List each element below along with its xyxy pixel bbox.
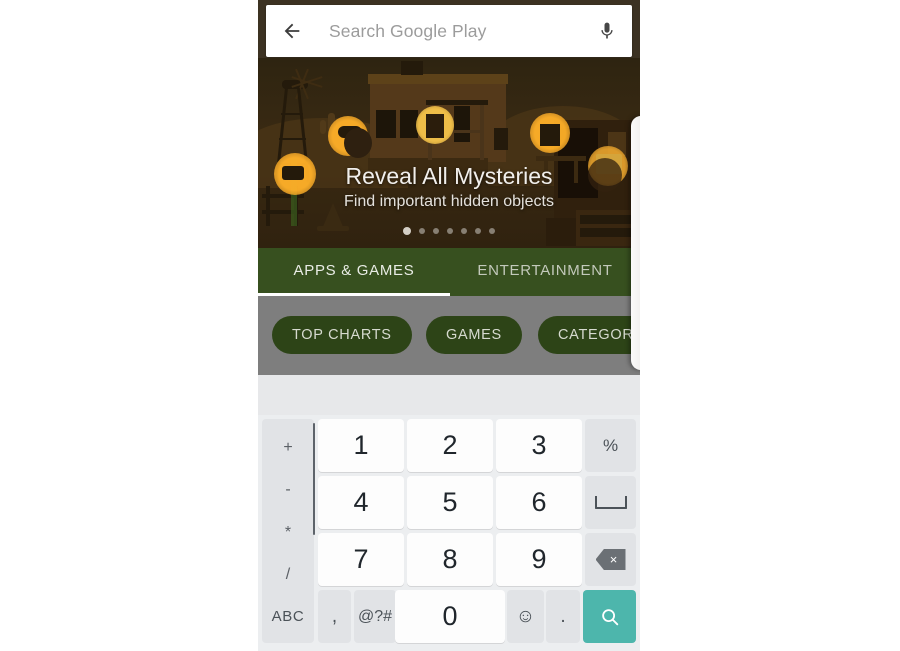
chip-categories[interactable]: CATEGORIES [538, 316, 640, 354]
key-asterisk[interactable]: * [285, 524, 291, 542]
key-plus[interactable]: + [283, 439, 292, 457]
key-6[interactable]: 6 [496, 476, 582, 529]
saloon-window [376, 110, 396, 138]
windmill-brace [281, 113, 303, 115]
page-dot[interactable] [419, 228, 425, 234]
search-enter-button[interactable] [583, 590, 636, 643]
banner-page-dots[interactable] [258, 227, 640, 235]
tab-entertainment[interactable]: ENTERTAINMENT [450, 248, 640, 293]
banner-subtitle: Find important hidden objects [344, 193, 554, 210]
key-comma[interactable]: , [318, 590, 351, 643]
page-dot[interactable] [433, 228, 439, 234]
key-7[interactable]: 7 [318, 533, 404, 586]
page-dot[interactable] [461, 228, 467, 234]
search-input[interactable]: Search Google Play [329, 5, 569, 57]
back-arrow-icon[interactable] [276, 15, 308, 47]
porch-beam [426, 100, 488, 105]
numeric-keyboard: + - * / 1 2 3 4 5 6 7 8 9 % × ABC , @?# … [258, 415, 640, 651]
category-chip-bar: TOP CHARTS GAMES CATEGORIES [258, 296, 640, 375]
search-icon [601, 608, 618, 625]
search-bar-container: Search Google Play [258, 0, 640, 62]
cactus-shape [320, 120, 326, 134]
emoji-smiley-icon[interactable]: ☺ [507, 590, 544, 643]
key-0[interactable]: 0 [395, 590, 505, 643]
backspace-glyph: × [595, 549, 626, 570]
keyboard-suggestion-strip[interactable] [258, 375, 640, 416]
spot-object [426, 114, 444, 138]
key-9[interactable]: 9 [496, 533, 582, 586]
backspace-icon[interactable]: × [585, 533, 636, 586]
operator-divider [313, 423, 315, 535]
key-period[interactable]: . [546, 590, 580, 643]
featured-banner[interactable]: Reveal All Mysteries Find important hidd… [258, 58, 640, 248]
key-2[interactable]: 2 [407, 419, 493, 472]
page-dot[interactable] [489, 228, 495, 234]
key-symbols[interactable]: @?# [354, 590, 396, 643]
banner-title: Reveal All Mysteries [345, 163, 553, 189]
operator-column[interactable]: + - * / [262, 419, 314, 604]
page-dot[interactable] [403, 227, 411, 235]
microphone-icon[interactable] [592, 16, 622, 46]
chimney [401, 61, 423, 75]
search-bar[interactable]: Search Google Play [266, 5, 632, 57]
saloon-roof [368, 74, 508, 84]
shadow-blob [344, 128, 372, 158]
spot-object [540, 124, 560, 146]
space-bar-icon[interactable] [585, 476, 636, 529]
page-dot[interactable] [475, 228, 481, 234]
page-dot[interactable] [447, 228, 453, 234]
key-4[interactable]: 4 [318, 476, 404, 529]
adjacent-screen-edge [631, 116, 640, 370]
key-8[interactable]: 8 [407, 533, 493, 586]
wall-panel [494, 128, 508, 150]
key-percent[interactable]: % [585, 419, 636, 472]
key-5[interactable]: 5 [407, 476, 493, 529]
space-bar-glyph [594, 496, 627, 509]
key-1[interactable]: 1 [318, 419, 404, 472]
key-slash[interactable]: / [286, 566, 290, 584]
key-minus[interactable]: - [285, 481, 290, 499]
windmill-brace [279, 138, 306, 140]
key-abc[interactable]: ABC [262, 590, 314, 643]
phone-viewport: Search Google Play Reveal All Mysteries … [258, 0, 640, 651]
key-3[interactable]: 3 [496, 419, 582, 472]
chip-top-charts[interactable]: TOP CHARTS [272, 316, 412, 354]
chip-games[interactable]: GAMES [426, 316, 522, 354]
tab-bar: APPS & GAMES ENTERTAINMENT [258, 248, 640, 296]
saloon-door [454, 106, 470, 142]
tab-apps-and-games[interactable]: APPS & GAMES [258, 248, 450, 293]
dresser-drawer [580, 215, 634, 224]
